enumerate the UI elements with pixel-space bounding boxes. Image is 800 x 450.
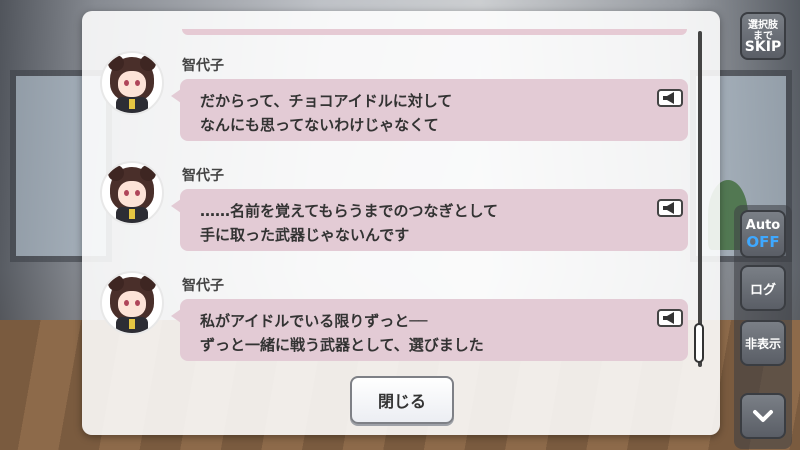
dialogue-line: ずっと一緒に戦う武器として、選びました <box>200 336 484 354</box>
chevron-down-icon <box>753 410 773 422</box>
log-button[interactable]: ログ <box>740 265 786 311</box>
previous-entry-edge <box>182 29 687 35</box>
dialogue-bubble: ……名前を覚えてもらうまでのつなぎとして 手に取った武器じゃないんです <box>171 189 688 251</box>
skip-label: 選択肢 <box>748 19 778 31</box>
chiyoko-avatar <box>100 271 164 335</box>
log-entry: 智代子 ……名前を覚えてもらうまでのつなぎとして 手に取った武器じゃないんです <box>82 161 720 261</box>
skip-label: SKIP <box>744 38 782 55</box>
dialogue-bubble: 私がアイドルでいる限りずっと── ずっと一緒に戦う武器として、選びました <box>171 299 688 361</box>
log-entry: 智代子 だからって、チョコアイドルに対して なんにも思ってないわけじゃなくて <box>82 51 720 151</box>
dialogue-bubble: だからって、チョコアイドルに対して なんにも思ってないわけじゃなくて <box>171 79 688 141</box>
dialogue-line: 手に取った武器じゃないんです <box>200 226 410 244</box>
scrollbar-track[interactable] <box>698 31 702 367</box>
speaker-name: 智代子 <box>182 168 224 184</box>
speaker-icon <box>663 202 674 214</box>
close-button[interactable]: 閉じる <box>350 376 454 424</box>
auto-label: Auto <box>745 217 781 233</box>
speaker-icon <box>663 312 674 324</box>
dialogue-line: なんにも思ってないわけじゃなくて <box>200 116 439 134</box>
dialogue-line: ……名前を覚えてもらうまでのつなぎとして <box>200 202 499 220</box>
advance-button[interactable] <box>740 393 786 439</box>
auto-toggle-button[interactable]: Auto OFF <box>740 210 786 258</box>
speaker-name: 智代子 <box>182 58 224 74</box>
log-entry: 智代子 私がアイドルでいる限りずっと── ずっと一緒に戦う武器として、選びました <box>82 271 720 371</box>
dialogue-line: 私がアイドルでいる限りずっと── <box>200 312 428 330</box>
voice-replay-button[interactable] <box>657 89 683 107</box>
hide-ui-button[interactable]: 非表示 <box>740 320 786 366</box>
speaker-icon <box>663 92 674 104</box>
dialogue-log-panel: 智代子 だからって、チョコアイドルに対して なんにも思ってないわけじゃなくて 智… <box>82 11 720 435</box>
voice-replay-button[interactable] <box>657 309 683 327</box>
chiyoko-avatar <box>100 51 164 115</box>
chiyoko-avatar <box>100 161 164 225</box>
voice-replay-button[interactable] <box>657 199 683 217</box>
auto-state: OFF <box>746 232 780 251</box>
skip-to-choice-button[interactable]: 選択肢 まで SKIP <box>740 12 786 60</box>
dialogue-line: だからって、チョコアイドルに対して <box>200 92 453 110</box>
scrollbar-thumb[interactable] <box>694 323 704 363</box>
speaker-name: 智代子 <box>182 278 224 294</box>
